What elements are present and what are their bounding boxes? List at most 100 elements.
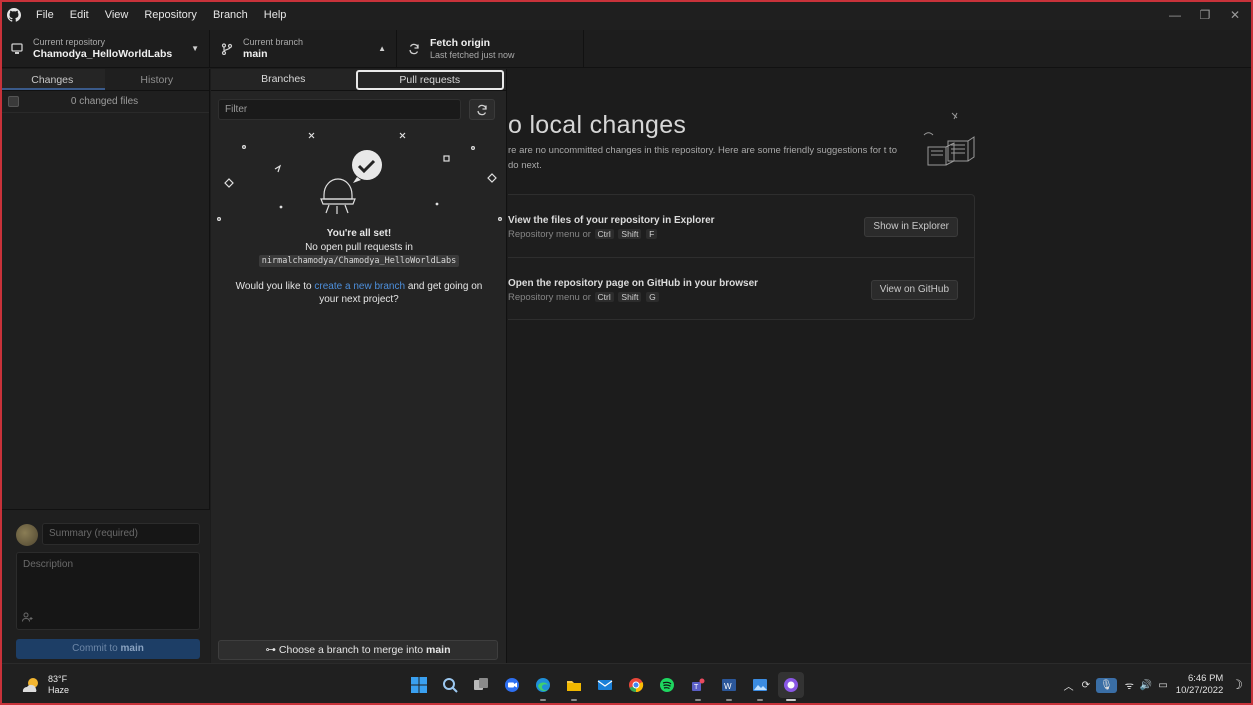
github-desktop-icon[interactable] [778, 672, 804, 701]
description-input[interactable]: Description [16, 552, 200, 630]
view-on-github-button[interactable]: View on GitHub [870, 280, 958, 300]
changes-sidebar: Changes History 0 changed files Summary … [0, 69, 210, 663]
volume-icon[interactable]: 🔊 [1140, 680, 1152, 691]
menu-branch[interactable]: Branch [205, 9, 256, 21]
select-all-checkbox[interactable] [8, 96, 19, 107]
current-branch-button[interactable]: Current branch main ▲ [210, 30, 397, 68]
task-view-icon[interactable] [468, 672, 494, 698]
commit-area: Summary (required) Description Commit to… [0, 509, 210, 663]
menu-repository[interactable]: Repository [136, 9, 205, 21]
github-sub-prefix: Repository menu or [508, 292, 591, 303]
tab-pull-requests[interactable]: Pull requests [355, 70, 504, 90]
summary-input[interactable]: Summary (required) [42, 523, 200, 545]
branch-label: Current branch [243, 37, 304, 47]
tab-changes[interactable]: Changes [0, 69, 105, 90]
taskbar: 83°F Haze T W ︿ ⟳ 🎙 ᯤ 🔊 ▭ 6:46 PM 10/27/… [0, 663, 1253, 705]
svg-text:W: W [724, 682, 732, 691]
create-branch-suggestion: Would you like to create a new branch an… [211, 280, 507, 306]
branch-name: main [243, 48, 268, 60]
explorer-sub-prefix: Repository menu or [508, 229, 591, 240]
current-repository-button[interactable]: Current repository Chamodya_HelloWorldLa… [0, 30, 210, 68]
key-shift: Shift [618, 292, 642, 302]
like-prefix: Would you like to [235, 281, 312, 292]
mail-icon[interactable] [592, 672, 618, 698]
page-title: o local changes [508, 111, 687, 139]
chevron-down-icon: ▼ [191, 44, 199, 53]
commit-branch: main [120, 643, 144, 654]
spotify-icon[interactable] [654, 672, 680, 698]
search-icon[interactable] [437, 672, 463, 698]
windows-start-icon[interactable] [406, 672, 432, 698]
fetch-subtitle: Last fetched just now [430, 50, 515, 60]
main-content: o local changes re are no uncommitted ch… [508, 69, 1253, 663]
explorer-shortcut: Repository menu or Ctrl Shift F [508, 229, 658, 240]
tab-history[interactable]: History [105, 69, 210, 90]
date: 10/27/2022 [1175, 685, 1224, 696]
svg-text:T: T [694, 684, 699, 691]
weather-condition: Haze [48, 685, 70, 695]
edge-browser-icon[interactable] [530, 672, 556, 701]
word-icon[interactable]: W [716, 672, 742, 701]
clock[interactable]: 6:46 PM 10/27/2022 [1176, 673, 1224, 697]
explorer-suggestion: View the files of your repository in Exp… [508, 195, 974, 258]
time: 6:46 PM [1187, 673, 1224, 684]
changed-files-count: 0 changed files [70, 96, 139, 107]
merge-icon: ⊶ [265, 644, 276, 656]
repo-path: nirmalchamodya/Chamodya_HelloWorldLabs [258, 255, 460, 267]
github-title: Open the repository page on GitHub in yo… [508, 278, 759, 289]
changed-files-header: 0 changed files [0, 91, 209, 113]
menu-file[interactable]: File [28, 9, 62, 21]
github-shortcut: Repository menu or Ctrl Shift G [508, 292, 660, 303]
repo-label: Current repository [33, 37, 106, 47]
key-ctrl: Ctrl [594, 229, 614, 239]
wifi-icon[interactable]: ᯤ [1125, 678, 1134, 692]
system-tray: ︿ ⟳ 🎙 ᯤ 🔊 ▭ 6:46 PM 10/27/2022 ☽ [1064, 664, 1243, 705]
toolbar: Current repository Chamodya_HelloWorldLa… [0, 30, 1253, 68]
github-logo-icon [0, 0, 28, 30]
battery-icon[interactable]: ▭ [1158, 680, 1167, 691]
minimize-icon[interactable]: — [1160, 0, 1190, 30]
description-placeholder: Description [23, 559, 74, 570]
fetch-origin-button[interactable]: Fetch origin Last fetched just now [397, 30, 584, 68]
weather-icon [22, 678, 38, 692]
teams-icon[interactable]: T [685, 672, 711, 701]
create-new-branch-link[interactable]: create a new branch [314, 281, 405, 292]
file-explorer-icon[interactable] [561, 672, 587, 701]
chevron-up-icon[interactable]: ︿ [1064, 678, 1074, 693]
merge-into-branch-button[interactable]: ⊶ Choose a branch to merge into main [218, 640, 498, 660]
chevron-up-icon: ▲ [378, 44, 386, 53]
desktop-icon [10, 42, 24, 56]
branch-icon [220, 42, 234, 56]
chrome-icon[interactable] [623, 672, 649, 698]
all-set-illustration [216, 132, 503, 221]
sync-icon [407, 42, 421, 56]
page-subtitle: re are no uncommitted changes in this re… [508, 145, 897, 171]
menu-view[interactable]: View [97, 9, 137, 21]
suggestions-panel: View the files of your repository in Exp… [508, 194, 975, 320]
tab-branches[interactable]: Branches [211, 69, 356, 90]
photos-icon[interactable] [747, 672, 773, 701]
github-suggestion: Open the repository page on GitHub in yo… [508, 258, 974, 321]
onedrive-sync-icon[interactable]: ⟳ [1082, 680, 1090, 691]
key-f: F [646, 229, 658, 239]
commit-button[interactable]: Commit to main [16, 639, 200, 659]
commit-prefix: Commit to [72, 643, 118, 654]
no-open-prs-text: No open pull requests in nirmalchamodya/… [211, 241, 507, 268]
add-coauthor-icon[interactable] [22, 612, 34, 625]
temperature: 83°F [48, 674, 68, 684]
microphone-icon[interactable]: 🎙 [1096, 677, 1117, 693]
merge-prefix: Choose a branch to merge into [278, 644, 424, 656]
zoom-icon[interactable] [499, 672, 525, 698]
weather-widget[interactable]: 83°F Haze [20, 674, 69, 696]
refresh-button[interactable] [469, 99, 495, 120]
show-in-explorer-button[interactable]: Show in Explorer [864, 217, 958, 237]
taskbar-apps: T W [406, 672, 809, 701]
branch-dropdown: Branches Pull requests Filter You're all… [211, 69, 507, 663]
close-icon[interactable]: ✕ [1220, 0, 1250, 30]
notifications-icon[interactable]: ☽ [1231, 677, 1243, 693]
fetch-title: Fetch origin [430, 37, 491, 49]
restore-icon[interactable]: ❐ [1190, 0, 1220, 30]
filter-input[interactable]: Filter [218, 99, 461, 120]
menu-help[interactable]: Help [256, 9, 295, 21]
menu-edit[interactable]: Edit [62, 9, 97, 21]
